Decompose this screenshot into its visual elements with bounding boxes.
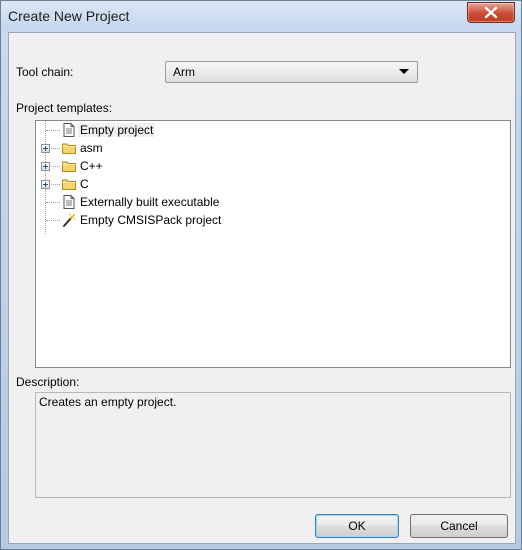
description-text: Creates an empty project.	[39, 395, 177, 409]
tree-item-label: Externally built executable	[80, 195, 220, 209]
cancel-button[interactable]: Cancel	[410, 514, 508, 538]
tree-item-cpp[interactable]: C++	[36, 158, 336, 174]
window-title: Create New Project	[8, 8, 130, 24]
dialog-body: Tool chain: Arm Project templates: Empty…	[8, 32, 516, 544]
tree-item-empty-project[interactable]: Empty project	[36, 122, 336, 138]
toolchain-label: Tool chain:	[16, 65, 74, 79]
tree-item-c[interactable]: C	[36, 176, 336, 192]
templates-tree[interactable]: Empty project asm C++ C Externally built…	[35, 120, 511, 368]
tree-item-label: C	[80, 177, 89, 191]
close-button[interactable]	[467, 2, 515, 23]
chevron-down-icon	[399, 69, 409, 74]
tree-item-label: Empty CMSISPack project	[80, 213, 222, 227]
close-icon	[484, 6, 498, 19]
expand-icon[interactable]	[41, 144, 50, 153]
tree-item-externally-built[interactable]: Externally built executable	[36, 194, 336, 210]
tree-item-label: asm	[80, 141, 103, 155]
toolchain-select[interactable]: Arm	[165, 61, 418, 83]
description-label: Description:	[16, 375, 80, 389]
toolchain-value: Arm	[173, 65, 195, 79]
tree-item-label: C++	[80, 159, 103, 173]
tree-item-label: Empty project	[78, 123, 156, 137]
title-bar: Create New Project	[1, 1, 521, 31]
ok-button[interactable]: OK	[315, 514, 399, 538]
wizard-wand-icon	[63, 213, 76, 227]
dialog-window: Create New Project Tool chain: Arm Proje…	[0, 0, 522, 550]
tree-item-asm[interactable]: asm	[36, 140, 336, 156]
expand-icon[interactable]	[41, 162, 50, 171]
folder-icon	[62, 143, 76, 154]
folder-icon	[62, 161, 76, 172]
expand-icon[interactable]	[41, 180, 50, 189]
templates-label: Project templates:	[16, 101, 113, 115]
document-icon	[63, 195, 75, 209]
tree-item-cmsispack[interactable]: Empty CMSISPack project	[36, 212, 336, 228]
folder-icon	[62, 179, 76, 190]
document-icon	[63, 123, 75, 137]
description-box: Creates an empty project.	[35, 392, 511, 498]
